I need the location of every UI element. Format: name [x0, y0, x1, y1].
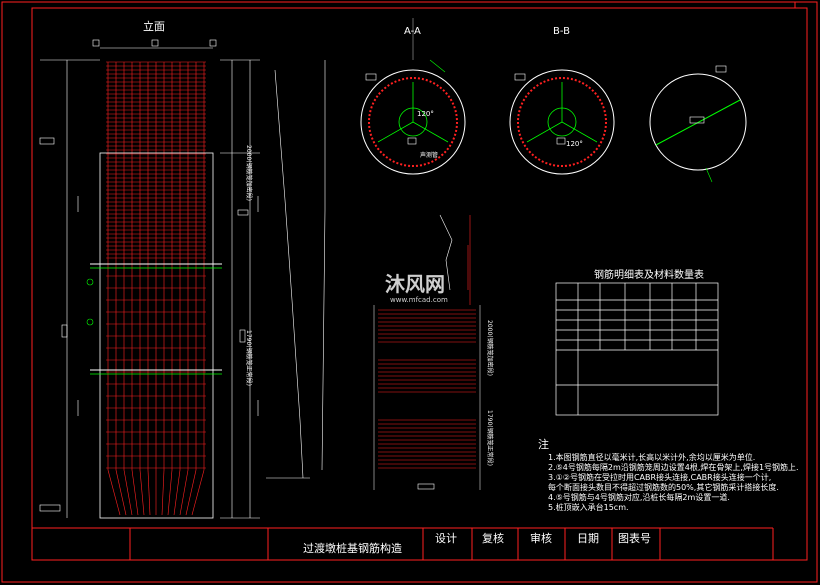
drawing-title: 过渡墩桩基钢筋构造 [303, 542, 402, 555]
side-line [266, 60, 326, 479]
angle-label-aa: 120° [417, 110, 434, 118]
watermark: 沐风网 [385, 272, 445, 296]
rebar-detail: 2000(钢筋笼加密段) 1790(钢筋笼正常段) [373, 214, 494, 490]
note-6: 5.桩顶嵌入承台15cm. [548, 503, 629, 512]
title-block-design: 设计 [435, 532, 457, 545]
material-table [555, 282, 719, 416]
section-bb-label: B-B [553, 26, 570, 37]
section-aa [360, 18, 466, 175]
notes-heading: 注 [538, 438, 549, 451]
title-block-review: 审核 [530, 532, 552, 545]
section-aa-label: A-A [404, 26, 421, 37]
ring-detail [649, 65, 747, 183]
section-bb [509, 69, 615, 175]
elevation-label: 立面 [143, 20, 165, 33]
svg-text:1790(钢筋笼正常段): 1790(钢筋笼正常段) [486, 410, 494, 466]
watermark-url: www.mfcad.com [390, 296, 448, 304]
title-block [32, 527, 774, 560]
pile-elevation: 2000(钢筋笼加密段) 1790(钢筋笼正常段) [39, 39, 260, 519]
svg-text:2000(钢筋笼加密段): 2000(钢筋笼加密段) [486, 320, 494, 376]
table-title: 钢筋明细表及材料数量表 [594, 270, 704, 281]
title-block-check: 复核 [482, 532, 504, 545]
section-side-label: 声测管 [420, 152, 439, 159]
svg-text:2000(钢筋笼加密段): 2000(钢筋笼加密段) [245, 145, 253, 201]
title-block-sheet: 图表号 [618, 532, 651, 545]
svg-text:1790(钢筋笼正常段): 1790(钢筋笼正常段) [245, 330, 253, 386]
title-block-date: 日期 [577, 532, 599, 545]
angle-label-bb: 120° [566, 140, 583, 148]
